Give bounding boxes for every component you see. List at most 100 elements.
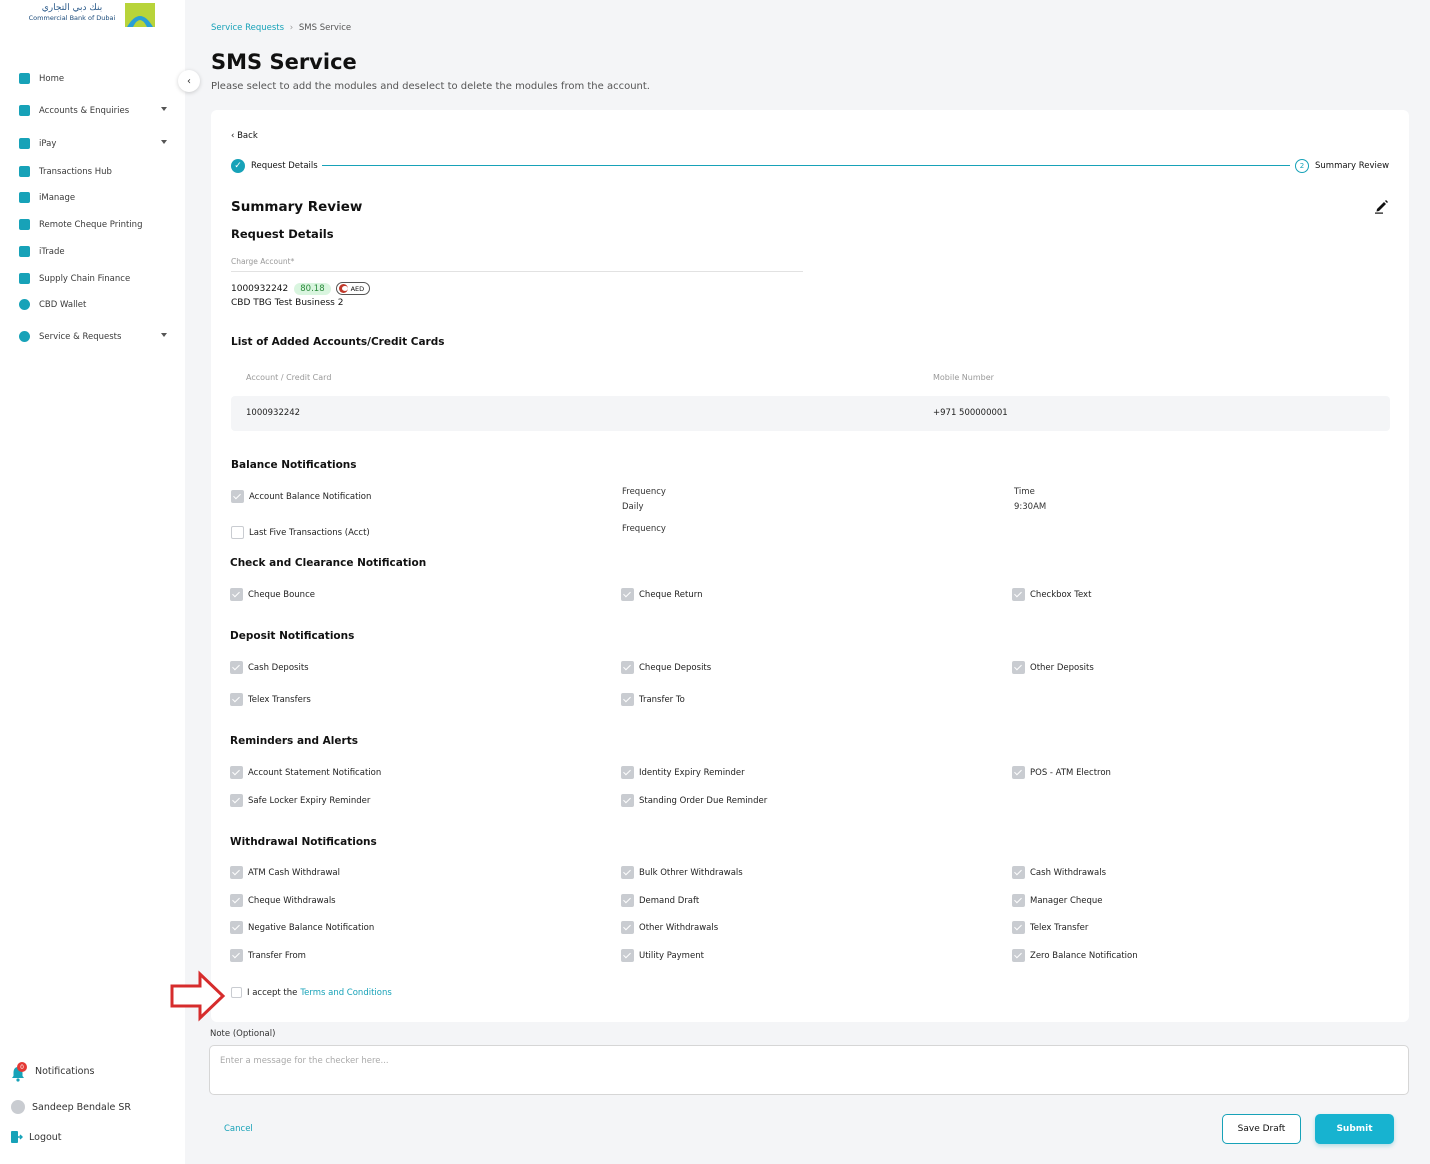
checkbox-transfer-from[interactable]: Transfer From — [230, 949, 306, 962]
checkbox-checked[interactable] — [230, 766, 243, 779]
checkbox-label: Zero Balance Notification — [1030, 950, 1138, 961]
checkbox-cash-deposits[interactable]: Cash Deposits — [230, 661, 309, 674]
terms-checkbox[interactable] — [231, 987, 242, 998]
user-profile-link[interactable]: Sandeep Bendale SR — [11, 1100, 131, 1114]
sidebar-item-cbd-wallet[interactable]: CBD Wallet — [19, 299, 171, 310]
bank-name-english: Commercial Bank of Dubai — [28, 14, 116, 22]
bank-logo-mark-icon — [125, 3, 155, 27]
step-summary-review-label: Summary Review — [1315, 161, 1390, 171]
checkbox-telex-transfer[interactable]: Telex Transfer — [1012, 921, 1088, 934]
checkbox-checked[interactable] — [231, 490, 244, 503]
checkbox-cash-withdrawals[interactable]: Cash Withdrawals — [1012, 866, 1106, 879]
notifications-link[interactable]: 0 Notifications — [11, 1062, 94, 1082]
checkbox-checked[interactable] — [621, 661, 634, 674]
checkbox-label: ATM Cash Withdrawal — [248, 867, 340, 878]
note-textarea[interactable] — [209, 1045, 1409, 1095]
checkbox-checked[interactable] — [621, 766, 634, 779]
charge-account-number: 1000932242 — [231, 283, 289, 294]
sidebar-item-label: Supply Chain Finance — [39, 273, 131, 284]
checkbox-checked[interactable] — [621, 921, 634, 934]
page-subtitle: Please select to add the modules and des… — [211, 81, 650, 92]
checkbox-label: Identity Expiry Reminder — [639, 767, 745, 778]
checkbox-label: Safe Locker Expiry Reminder — [248, 795, 371, 806]
checkbox-zero-balance-notification[interactable]: Zero Balance Notification — [1012, 949, 1138, 962]
sidebar-item-transactions-hub[interactable]: Transactions Hub — [19, 166, 171, 177]
checkbox-telex-transfers[interactable]: Telex Transfers — [230, 693, 311, 706]
sidebar-item-home[interactable]: Home — [19, 73, 171, 84]
checkbox-other-deposits[interactable]: Other Deposits — [1012, 661, 1094, 674]
logout-link[interactable]: Logout — [11, 1131, 62, 1143]
checkbox-checked[interactable] — [621, 866, 634, 879]
checkbox-checked[interactable] — [230, 894, 243, 907]
checkbox-checked[interactable] — [230, 866, 243, 879]
checkbox-account-statement-notification[interactable]: Account Statement Notification — [230, 766, 381, 779]
stepper-progress-line — [322, 165, 1290, 166]
sidebar-item-itrade[interactable]: iTrade — [19, 246, 171, 257]
save-draft-button[interactable]: Save Draft — [1222, 1114, 1301, 1144]
checkbox-checked[interactable] — [621, 794, 634, 807]
time-label: Time — [1014, 487, 1035, 497]
checkbox-checked[interactable] — [1012, 866, 1025, 879]
checkbox-checked[interactable] — [1012, 661, 1025, 674]
edit-pencil-icon[interactable] — [1374, 198, 1390, 214]
sidebar-collapse-button[interactable]: ‹ — [178, 70, 200, 92]
checkbox-demand-draft[interactable]: Demand Draft — [621, 894, 699, 907]
checkbox-utility-payment[interactable]: Utility Payment — [621, 949, 704, 962]
checkbox-cheque-withdrawals[interactable]: Cheque Withdrawals — [230, 894, 336, 907]
checkbox-checked[interactable] — [230, 949, 243, 962]
checkbox-transfer-to[interactable]: Transfer To — [621, 693, 685, 706]
checkbox-identity-expiry-reminder[interactable]: Identity Expiry Reminder — [621, 766, 745, 779]
checkbox-cheque-deposits[interactable]: Cheque Deposits — [621, 661, 711, 674]
checkbox-pos-atm-electron[interactable]: POS - ATM Electron — [1012, 766, 1111, 779]
checkbox-unchecked[interactable] — [231, 526, 244, 539]
sidebar-item-imanage[interactable]: iManage — [19, 192, 171, 203]
checkbox-checked[interactable] — [621, 949, 634, 962]
checkbox-checked[interactable] — [230, 588, 243, 601]
checkbox-cheque-return[interactable]: Cheque Return — [621, 588, 702, 601]
sidebar-item-accounts-enquiries[interactable]: Accounts & Enquiries — [19, 105, 171, 116]
checkbox-standing-order-due-reminder[interactable]: Standing Order Due Reminder — [621, 794, 767, 807]
sidebar-item-service-requests[interactable]: Service & Requests — [19, 331, 171, 342]
checkbox-other-withdrawals[interactable]: Other Withdrawals — [621, 921, 718, 934]
sidebar-item-ipay[interactable]: iPay — [19, 138, 171, 149]
check-clearance-title: Check and Clearance Notification — [230, 557, 427, 569]
checkbox-negative-balance-notification[interactable]: Negative Balance Notification — [230, 921, 374, 934]
checkbox-checked[interactable] — [1012, 766, 1025, 779]
checkbox-checked[interactable] — [621, 588, 634, 601]
checkbox-checkbox-text[interactable]: Checkbox Text — [1012, 588, 1091, 601]
checkbox-last-five-transactions[interactable]: Last Five Transactions (Acct) — [231, 526, 370, 539]
checkbox-checked[interactable] — [1012, 894, 1025, 907]
currency-label: AED — [350, 284, 365, 293]
checkbox-cheque-bounce[interactable]: Cheque Bounce — [230, 588, 315, 601]
checkbox-manager-cheque[interactable]: Manager Cheque — [1012, 894, 1103, 907]
home-grid-icon — [19, 73, 30, 84]
table-cell-mobile: +971 500000001 — [933, 408, 1008, 418]
breadcrumb-service-requests[interactable]: Service Requests — [211, 23, 284, 33]
checkbox-account-balance-notification[interactable]: Account Balance Notification — [231, 490, 371, 503]
back-button[interactable]: ‹ Back — [231, 131, 258, 141]
submit-button[interactable]: Submit — [1315, 1114, 1394, 1144]
avatar — [11, 1100, 25, 1114]
bank-logo[interactable]: بنك دبي التجاري Commercial Bank of Dubai — [22, 3, 156, 27]
checkbox-checked[interactable] — [230, 693, 243, 706]
summary-review-title: Summary Review — [231, 199, 363, 215]
checkbox-safe-locker-expiry-reminder[interactable]: Safe Locker Expiry Reminder — [230, 794, 370, 807]
sidebar-item-remote-cheque-printing[interactable]: Remote Cheque Printing — [19, 219, 171, 230]
checkbox-atm-cash-withdrawal[interactable]: ATM Cash Withdrawal — [230, 866, 340, 879]
checkbox-checked[interactable] — [230, 661, 243, 674]
chevron-left-icon: ‹ — [187, 75, 191, 87]
checkbox-checked[interactable] — [1012, 588, 1025, 601]
checkbox-label: Telex Transfers — [248, 694, 311, 705]
sidebar-item-supply-chain-finance[interactable]: Supply Chain Finance — [19, 273, 171, 284]
checkbox-checked[interactable] — [1012, 949, 1025, 962]
checkbox-checked[interactable] — [230, 921, 243, 934]
checkbox-checked[interactable] — [621, 894, 634, 907]
checkbox-checked[interactable] — [1012, 921, 1025, 934]
checkbox-checked[interactable] — [230, 794, 243, 807]
reminders-alerts-title: Reminders and Alerts — [230, 735, 358, 747]
checkbox-bulk-other-withdrawals[interactable]: Bulk Othrer Withdrawals — [621, 866, 743, 879]
terms-link[interactable]: Terms and Conditions — [300, 988, 391, 998]
checkbox-checked[interactable] — [621, 693, 634, 706]
frequency-label: Frequency — [622, 487, 666, 497]
cancel-button[interactable]: Cancel — [224, 1124, 253, 1134]
